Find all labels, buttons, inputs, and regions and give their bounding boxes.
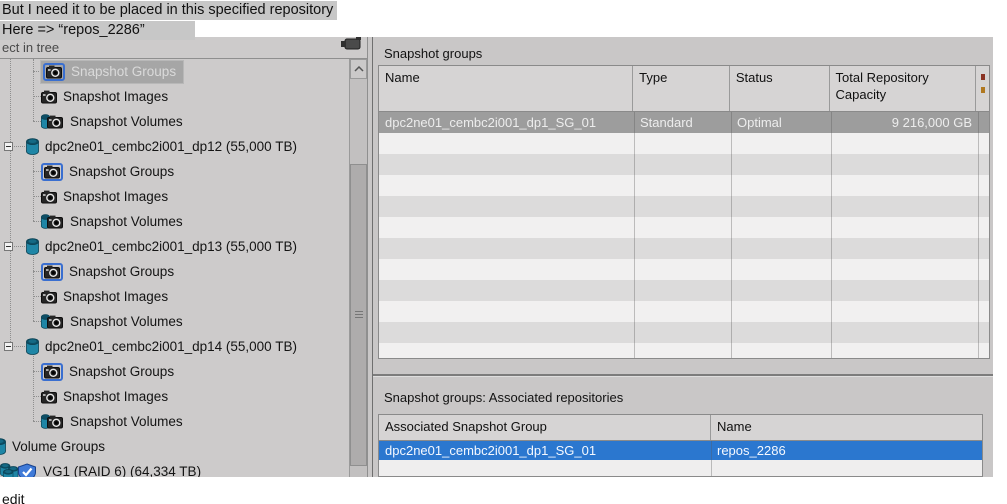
annotation-line-1: But I need it to be placed in this speci… xyxy=(0,1,337,20)
camera-cylinder-icon xyxy=(41,413,64,430)
tree-node-snapshot-volumes[interactable]: Snapshot Volumes xyxy=(0,409,388,434)
cylinder-icon xyxy=(26,138,39,155)
camera-stack-icon xyxy=(41,163,63,181)
screenshot-canvas: But I need it to be placed in this speci… xyxy=(0,0,1007,504)
tree-panel-header: ect in tree xyxy=(0,37,368,59)
camera-cylinder-icon xyxy=(41,313,64,330)
minus-box-icon[interactable] xyxy=(4,242,13,251)
associated-repositories-table-header: Associated Snapshot Group Name xyxy=(379,415,982,441)
column-header-type[interactable]: Type xyxy=(633,66,730,111)
table-grid-line xyxy=(731,112,732,358)
empty-row-area xyxy=(379,460,982,476)
table-grid-line xyxy=(978,112,979,358)
camera-stack-icon xyxy=(43,63,65,81)
camera-stack-icon xyxy=(41,363,63,381)
column-header-status[interactable]: Status xyxy=(730,66,830,111)
associated-repositories-title: Snapshot groups: Associated repositories xyxy=(384,390,623,405)
camera-stack-icon xyxy=(41,263,63,281)
cell-associated-snapshot-group: dpc2ne01_cembc2i001_dp1_SG_01 xyxy=(379,441,711,460)
tree-node-snapshot-volumes[interactable]: Snapshot Volumes xyxy=(0,309,388,334)
snapshot-groups-table: Name Type Status Total Repository Capaci… xyxy=(378,65,990,359)
cylinder-icon xyxy=(0,438,6,455)
tree-node-snapshot-images[interactable]: Snapshot Images xyxy=(0,184,388,209)
cylinder-cluster-icon xyxy=(0,462,38,478)
minus-box-icon[interactable] xyxy=(4,142,13,151)
snapshot-group-row-selected[interactable]: dpc2ne01_cembc2i001_dp1_SG_01 Standard O… xyxy=(379,112,989,133)
tree-node-snapshot-images[interactable]: Snapshot Images xyxy=(0,284,388,309)
camera-cylinder-icon xyxy=(41,113,64,130)
panel-divider-horizontal[interactable] xyxy=(373,374,993,377)
tree-node-snapshot-groups[interactable]: Snapshot Groups xyxy=(0,59,388,84)
column-header-associated-snapshot-group[interactable]: Associated Snapshot Group xyxy=(379,415,711,440)
tree-node-snapshot-volumes[interactable]: Snapshot Volumes xyxy=(0,209,388,234)
tree-panel: ect in tree xyxy=(0,37,368,477)
tree-node-snapshot-images[interactable]: Snapshot Images xyxy=(0,384,388,409)
cell-name: dpc2ne01_cembc2i001_dp1_SG_01 xyxy=(379,112,634,133)
snapshot-groups-table-header: Name Type Status Total Repository Capaci… xyxy=(379,66,989,112)
tree-node-snapshot-images[interactable]: Snapshot Images xyxy=(0,84,388,109)
tree-node-disk-pool-dp13[interactable]: dpc2ne01_cembc2i001_dp13 (55,000 TB) xyxy=(0,234,351,259)
shield-check-icon xyxy=(19,464,36,478)
column-header-name[interactable]: Name xyxy=(711,415,982,440)
cylinder-icon xyxy=(26,338,39,355)
tree-node-volume-groups[interactable]: Volume Groups xyxy=(0,434,347,459)
cell-total-repository-capacity: 9 216,000 GB xyxy=(831,112,978,133)
snapshot-groups-title: Snapshot groups xyxy=(384,46,482,61)
camera-icon xyxy=(41,190,57,204)
tree-selection-highlight: Snapshot Groups xyxy=(41,61,183,83)
annotation-line-2: Here => “repos_2286” xyxy=(0,21,195,40)
camera-cylinder-icon xyxy=(41,213,64,230)
cylinder-icon xyxy=(26,238,39,255)
empty-row-stripes xyxy=(379,133,989,358)
column-header-name[interactable]: Name xyxy=(379,66,633,111)
table-grid-line xyxy=(634,112,635,358)
camera-side-icon xyxy=(341,37,363,56)
tree-node-snapshot-groups[interactable]: Snapshot Groups xyxy=(0,159,388,184)
cell-status: Optimal xyxy=(731,112,831,133)
associated-repository-row-selected[interactable]: dpc2ne01_cembc2i001_dp1_SG_01 repos_2286 xyxy=(379,441,982,460)
tree-node-vg1[interactable]: VG1 (RAID 6) (64,334 TB) xyxy=(0,459,347,477)
tree-node-snapshot-groups[interactable]: Snapshot Groups xyxy=(0,259,388,284)
cell-type: Standard xyxy=(634,112,731,133)
cell-name: repos_2286 xyxy=(711,441,982,460)
associated-repositories-table: Associated Snapshot Group Name dpc2ne01_… xyxy=(378,414,983,477)
camera-icon xyxy=(41,390,57,404)
tree-node-disk-pool-dp14[interactable]: dpc2ne01_cembc2i001_dp14 (55,000 TB) xyxy=(0,334,351,359)
tree-node-disk-pool-dp12[interactable]: dpc2ne01_cembc2i001_dp12 (55,000 TB) xyxy=(0,134,351,159)
tree-node-snapshot-volumes[interactable]: Snapshot Volumes xyxy=(0,109,388,134)
tree-node-snapshot-groups[interactable]: Snapshot Groups xyxy=(0,359,388,384)
footer-text-clipped: edit xyxy=(2,491,25,504)
app-window: ect in tree xyxy=(0,37,993,477)
table-grid-line xyxy=(711,441,712,476)
tree-panel-header-label: ect in tree xyxy=(2,40,59,55)
table-grid-line xyxy=(831,112,832,358)
minus-box-icon[interactable] xyxy=(4,342,13,351)
camera-icon xyxy=(41,290,57,304)
clipped-header-fragment xyxy=(981,74,985,80)
clipped-header-fragment xyxy=(981,87,985,93)
column-header-total-repository-capacity[interactable]: Total Repository Capacity xyxy=(830,66,977,111)
camera-icon xyxy=(41,90,57,104)
